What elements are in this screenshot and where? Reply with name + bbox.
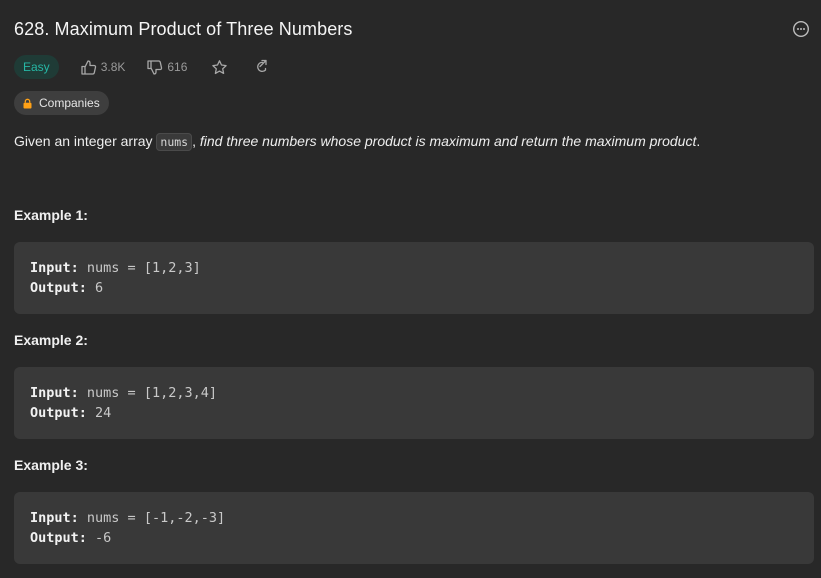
example-title: Example 1: [14,207,88,223]
problem-title[interactable]: 628. Maximum Product of Three Numbers [14,17,813,41]
star-icon [212,59,227,74]
output-value: -6 [95,530,112,546]
input-value: nums = [1,2,3,4] [86,385,217,401]
example-output-line: Output: 24 [30,403,814,423]
share-button[interactable] [250,58,268,76]
statement-end: . [696,133,701,149]
problem-description-panel: 628. Maximum Product of Three Numbers Ea… [0,0,821,578]
share-icon [257,59,267,72]
output-label: Output: [30,530,87,546]
output-label: Output: [30,280,87,296]
input-value: nums = [1,2,3] [86,260,201,276]
output-value: 6 [95,280,104,296]
title-row: 628. Maximum Product of Three Numbers [14,17,813,41]
example-title: Example 2: [14,332,88,348]
lock-icon [23,98,32,108]
like-button[interactable]: 3.8K [80,59,126,76]
output-label: Output: [30,405,87,421]
difficulty-badge: Easy [14,55,59,79]
more-horizontal-icon[interactable] [792,20,810,38]
example-input-line: Input: nums = [1,2,3] [30,258,814,278]
problem-statement: Given an integer array nums, find three … [14,131,811,152]
favorite-button[interactable] [210,58,228,76]
input-label: Input: [30,385,79,401]
input-label: Input: [30,260,79,276]
statement-comma: , [192,133,200,149]
statement-prefix: Given an integer array [14,133,157,149]
input-value: nums = [-1,-2,-3] [86,510,226,526]
example-output-line: Output: -6 [30,528,814,548]
dislike-button[interactable]: 616 [146,59,187,76]
example-block: Input: nums = [1,2,3,4] Output: 24 [14,367,814,439]
example-input-line: Input: nums = [-1,-2,-3] [30,508,814,528]
thumbs-down-icon [147,59,163,75]
example-block: Input: nums = [-1,-2,-3] Output: -6 [14,492,814,564]
like-count: 3.8K [100,60,126,74]
companies-tag[interactable]: Companies [14,91,109,115]
problem-meta-row: Easy 3.8K 616 [14,55,268,79]
output-value: 24 [95,405,112,421]
example-title: Example 3: [14,457,88,473]
companies-label: Companies [39,96,100,110]
thumbs-up-icon [81,59,96,75]
example-block: Input: nums = [1,2,3] Output: 6 [14,242,814,314]
input-label: Input: [30,510,79,526]
example-output-line: Output: 6 [30,278,814,298]
statement-emphasis: find three numbers whose product is maxi… [199,133,697,149]
example-input-line: Input: nums = [1,2,3,4] [30,383,814,403]
dislike-count: 616 [167,60,188,74]
inline-code: nums [156,133,193,151]
